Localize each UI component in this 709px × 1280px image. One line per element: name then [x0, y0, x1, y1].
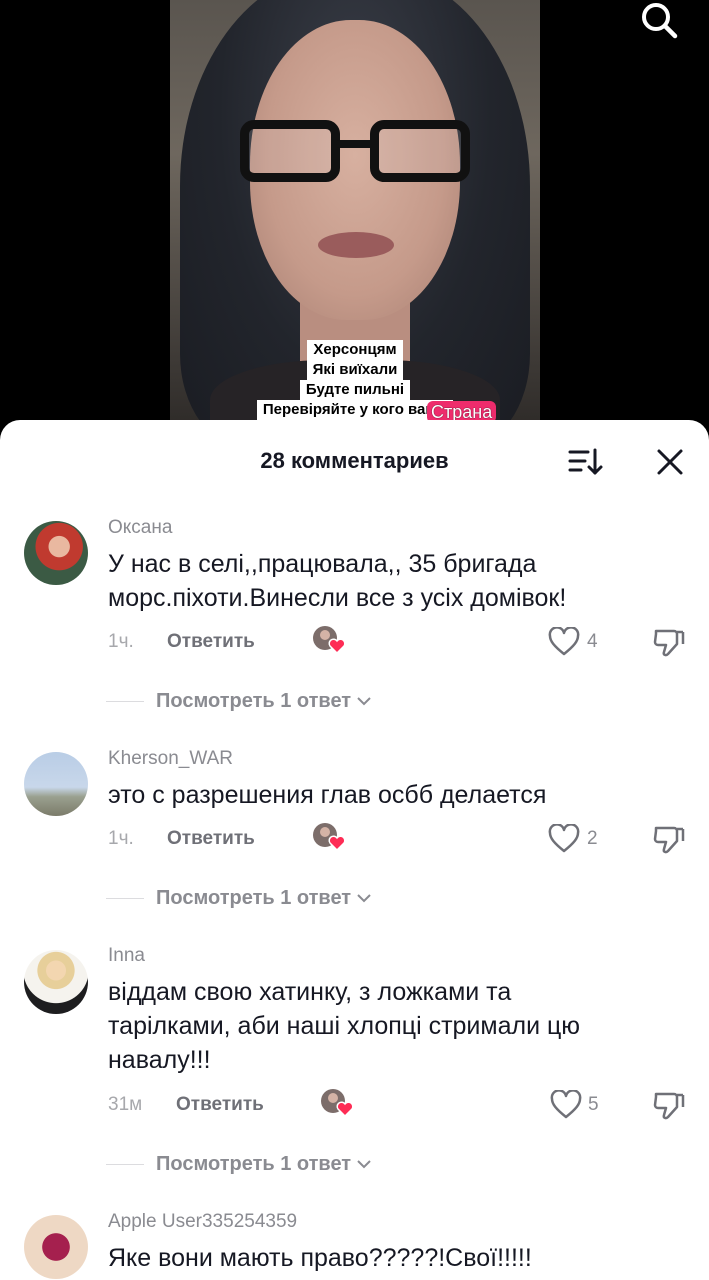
video-frame: Херсонцям Які виїхали Будте пильні Перев…: [170, 0, 540, 440]
divider: [106, 700, 144, 702]
comment-text: Яке вони мають право?????!Свої!!!!!: [108, 1244, 532, 1272]
comment-author[interactable]: Оксана: [108, 517, 172, 539]
comment-time: 31м: [108, 1094, 143, 1115]
heart-icon: [550, 1089, 582, 1119]
comment-author[interactable]: Inna: [108, 945, 145, 967]
creator-avatar-heart-icon: [321, 1089, 354, 1118]
comment-text: это с разрешения глав осбб делается: [108, 781, 547, 809]
like-count: 2: [587, 828, 598, 849]
comment-time: 1ч.: [108, 828, 134, 849]
close-button[interactable]: [650, 446, 690, 478]
reply-button[interactable]: Ответить: [167, 631, 255, 653]
video-player[interactable]: Херсонцям Які виїхали Будте пильні Перев…: [0, 0, 709, 440]
chevron-down-icon: [357, 1160, 371, 1169]
dislike-button[interactable]: [652, 1089, 686, 1121]
creator-avatar-heart-icon: [313, 626, 346, 655]
avatar[interactable]: [24, 1215, 88, 1279]
dislike-button[interactable]: [652, 626, 686, 658]
view-replies-button[interactable]: Посмотреть 1 ответ: [106, 687, 506, 715]
avatar[interactable]: [24, 752, 88, 816]
dislike-button[interactable]: [652, 823, 686, 855]
creator-liked-badge: [320, 1088, 354, 1118]
divider: [106, 897, 144, 899]
like-button[interactable]: [548, 823, 580, 854]
caption-line: Перевіряйте у кого ваши: [256, 400, 454, 420]
comment-text: У нас в селі,,працювала,, 35 бригада мор…: [108, 550, 567, 612]
view-replies-button[interactable]: Посмотреть 1 ответ: [106, 1150, 506, 1178]
search-icon: [642, 3, 678, 39]
reply-button[interactable]: Ответить: [167, 828, 255, 850]
creator-avatar-heart-icon: [313, 823, 346, 852]
like-button[interactable]: [550, 1089, 582, 1120]
creator-liked-badge: [312, 625, 346, 655]
thumbs-down-icon: [653, 629, 685, 657]
glasses: [240, 120, 470, 190]
thumbs-down-icon: [653, 826, 685, 854]
chevron-down-icon: [357, 697, 371, 706]
view-replies-label: Посмотреть 1 ответ: [156, 1152, 352, 1175]
like-count: 4: [587, 631, 598, 652]
comment-author[interactable]: Kherson_WAR: [108, 748, 233, 770]
comment-text: віддам свою хатинку, з ложками та тарілк…: [108, 978, 581, 1074]
comments-sheet: 28 комментариев Оксана У нас в селі,,пра…: [0, 420, 709, 1280]
comment-time: 1ч.: [108, 631, 134, 652]
heart-icon: [548, 626, 580, 656]
comments-header: 28 комментариев: [0, 420, 709, 504]
sort-button[interactable]: [566, 446, 606, 478]
thumbs-down-icon: [653, 1092, 685, 1120]
creator-liked-badge: [312, 822, 346, 852]
chevron-down-icon: [357, 894, 371, 903]
like-count: 5: [588, 1094, 599, 1115]
view-replies-button[interactable]: Посмотреть 1 ответ: [106, 884, 506, 912]
search-button[interactable]: [636, 0, 682, 40]
sort-icon: [568, 448, 603, 475]
video-subject-mouth: [318, 232, 394, 258]
reply-button[interactable]: Ответить: [176, 1094, 264, 1116]
like-button[interactable]: [548, 626, 580, 657]
divider: [106, 1163, 144, 1165]
close-icon: [657, 449, 683, 475]
heart-icon: [548, 823, 580, 853]
view-replies-label: Посмотреть 1 ответ: [156, 689, 352, 712]
caption-line: Херсонцям: [307, 340, 403, 360]
comment-author[interactable]: Apple User335254359: [108, 1211, 297, 1233]
avatar[interactable]: [24, 950, 88, 1014]
caption-line: Будте пильні: [299, 380, 411, 400]
avatar[interactable]: [24, 521, 88, 585]
view-replies-label: Посмотреть 1 ответ: [156, 886, 352, 909]
caption-line: Які виїхали: [306, 360, 404, 380]
